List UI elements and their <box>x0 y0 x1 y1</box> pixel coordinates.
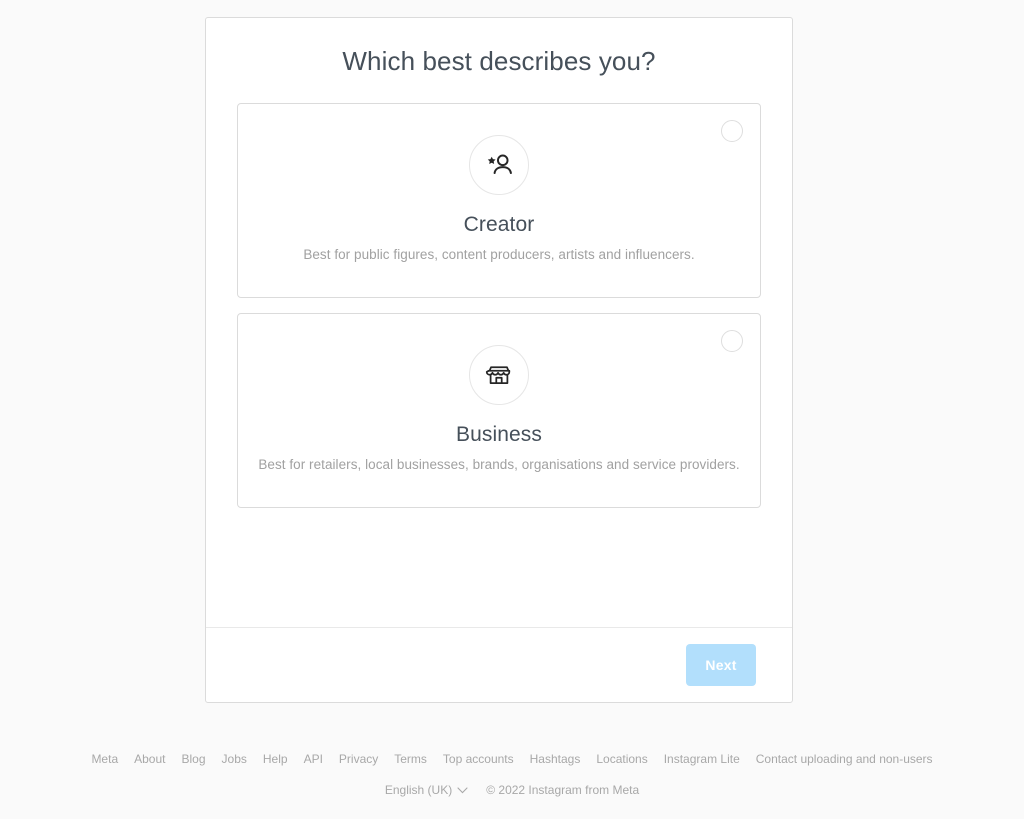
option-card-business[interactable]: Business Best for retailers, local busin… <box>237 313 761 508</box>
footer-link-api[interactable]: API <box>304 748 323 770</box>
footer-link-jobs[interactable]: Jobs <box>222 748 247 770</box>
storefront-icon <box>485 361 513 389</box>
copyright-text: © 2022 Instagram from Meta <box>486 783 640 797</box>
footer-link-instagram-lite[interactable]: Instagram Lite <box>664 748 740 770</box>
footer-link-locations[interactable]: Locations <box>596 748 647 770</box>
creator-radio[interactable] <box>721 120 743 142</box>
account-type-panel: Which best describes you? Creator Best f… <box>205 17 793 703</box>
footer-link-about[interactable]: About <box>134 748 165 770</box>
footer-links: Meta About Blog Jobs Help API Privacy Te… <box>0 748 1024 770</box>
chevron-down-icon <box>457 781 468 799</box>
language-selector[interactable]: English (UK) <box>385 781 468 799</box>
footer-link-meta[interactable]: Meta <box>91 748 118 770</box>
panel-footer: Next <box>206 627 792 702</box>
business-icon-wrapper <box>469 345 529 405</box>
footer-bottom-row: English (UK) © 2022 Instagram from Meta <box>0 781 1024 799</box>
site-footer: Meta About Blog Jobs Help API Privacy Te… <box>0 748 1024 799</box>
creator-star-person-icon <box>484 150 514 180</box>
footer-link-blog[interactable]: Blog <box>181 748 205 770</box>
page-title: Which best describes you? <box>342 46 656 76</box>
creator-label: Creator <box>463 213 535 236</box>
next-button[interactable]: Next <box>686 644 756 686</box>
footer-link-terms[interactable]: Terms <box>394 748 427 770</box>
business-label: Business <box>455 423 542 446</box>
creator-icon-wrapper <box>469 135 529 195</box>
option-card-creator[interactable]: Creator Best for public figures, content… <box>237 103 761 298</box>
footer-link-help[interactable]: Help <box>263 748 288 770</box>
footer-link-privacy[interactable]: Privacy <box>339 748 378 770</box>
footer-link-hashtags[interactable]: Hashtags <box>530 748 581 770</box>
business-radio[interactable] <box>721 330 743 352</box>
business-description: Best for retailers, local businesses, br… <box>258 457 740 472</box>
language-label: English (UK) <box>384 783 453 797</box>
panel-body: Which best describes you? Creator Best f… <box>206 18 792 627</box>
page-root: Which best describes you? Creator Best f… <box>0 0 1024 819</box>
footer-link-contact-uploading[interactable]: Contact uploading and non-users <box>756 748 933 770</box>
footer-link-top-accounts[interactable]: Top accounts <box>443 748 514 770</box>
creator-description: Best for public figures, content produce… <box>303 247 695 262</box>
